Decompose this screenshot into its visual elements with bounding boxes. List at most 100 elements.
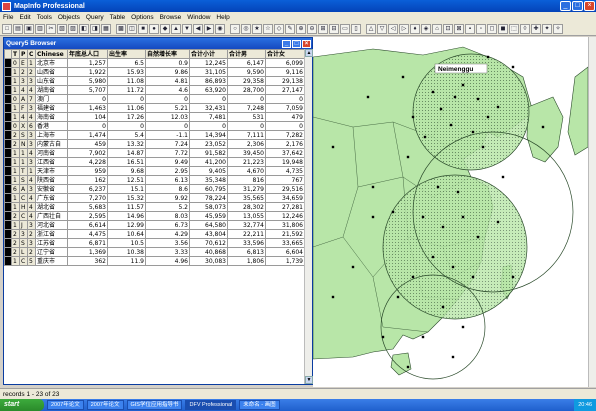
table-cell[interactable]: 1 (11, 148, 20, 158)
toolbar-tool-icon[interactable]: ▦ (101, 24, 111, 34)
table-cell[interactable]: S (19, 238, 28, 248)
table-cell[interactable]: 37,642 (265, 148, 305, 158)
toolbar-tool-icon[interactable]: ⊞ (318, 24, 328, 34)
table-cell[interactable]: 广西壮自 (35, 211, 68, 221)
map-vertical-scrollbar[interactable] (588, 37, 596, 387)
row-selector[interactable] (4, 94, 12, 104)
toolbar-tool-icon[interactable]: □ (2, 24, 12, 34)
table-row[interactable]: 1 C 4 广东省 7,270 15.32 9.92 78,224 35,565 34,659 (4, 193, 305, 203)
table-cell[interactable]: 362 (67, 256, 108, 266)
row-selector[interactable] (4, 229, 12, 239)
city-point-marker[interactable] (371, 215, 375, 219)
city-point-marker[interactable] (331, 145, 335, 149)
table-cell[interactable]: 31,105 (189, 67, 228, 77)
menu-objects[interactable]: Objects (58, 14, 80, 21)
city-point-marker[interactable] (411, 275, 415, 279)
table-cell[interactable]: 27,281 (265, 202, 305, 212)
table-cell[interactable]: H (19, 202, 28, 212)
table-cell[interactable]: 7,282 (265, 130, 305, 140)
table-cell[interactable]: 11.08 (107, 76, 146, 86)
table-cell[interactable]: 2 (11, 229, 20, 239)
table-cell[interactable]: 2 (11, 139, 20, 149)
table-cell[interactable]: 9.86 (145, 67, 190, 77)
table-cell[interactable]: 3 (27, 184, 36, 194)
table-cell[interactable]: 2 (27, 229, 36, 239)
row-selector[interactable] (4, 184, 12, 194)
table-cell[interactable]: 4 (27, 148, 36, 158)
table-row[interactable]: 2 S 3 江苏省 6,871 10.5 3.56 70,612 33,596 33,665 (4, 238, 305, 248)
table-row[interactable]: 2 3 2 浙江省 4,475 10.64 4.29 43,804 22,211 21,592 (4, 229, 305, 239)
table-cell[interactable]: 33,665 (265, 238, 305, 248)
table-cell[interactable]: 6.13 (145, 175, 190, 185)
toolbar-tool-icon[interactable]: ⬚ (509, 24, 519, 34)
table-cell[interactable]: 1 (11, 202, 20, 212)
city-point-marker[interactable] (456, 190, 460, 194)
table-cell[interactable]: 32,431 (189, 103, 228, 113)
toolbar-tool-icon[interactable]: ○ (230, 24, 240, 34)
table-cell[interactable]: 山东省 (35, 76, 68, 86)
table-cell[interactable]: 15.32 (107, 193, 146, 203)
table-cell[interactable]: 6,604 (265, 247, 305, 257)
table-cell[interactable]: 60,795 (189, 184, 228, 194)
table-cell[interactable]: 6,099 (265, 58, 305, 68)
table-cell[interactable]: A (19, 184, 28, 194)
toolbar-tool-icon[interactable]: ♦ (410, 24, 420, 34)
table-cell[interactable]: 6 (11, 184, 20, 194)
table-cell[interactable]: 16.51 (107, 157, 146, 167)
table-cell[interactable]: 11.06 (107, 103, 146, 113)
column-header[interactable]: 合计男 (227, 49, 266, 59)
table-row[interactable]: 2 S 3 上海市 1,474 5.4 -1.1 14,394 7,111 7,282 (4, 130, 305, 140)
row-selector[interactable] (4, 175, 12, 185)
table-cell[interactable]: 4.96 (145, 256, 190, 266)
table-cell[interactable]: 15.1 (107, 184, 146, 194)
table-cell[interactable]: 6,147 (227, 58, 266, 68)
toolbar-tool-icon[interactable]: ▯ (351, 24, 361, 34)
toolbar-tool-icon[interactable]: ▲ (171, 24, 181, 34)
table-cell[interactable]: 0 (11, 94, 20, 104)
toolbar-tool-icon[interactable]: ◼ (498, 24, 508, 34)
city-point-marker[interactable] (411, 115, 415, 119)
table-cell[interactable]: 8.03 (145, 211, 190, 221)
table-cell[interactable]: 9,405 (189, 166, 228, 176)
table-cell[interactable]: 531 (227, 112, 266, 122)
table-cell[interactable]: 459 (67, 139, 108, 149)
browser-minimize-button[interactable]: _ (282, 39, 291, 48)
column-header[interactable]: T (11, 49, 20, 59)
table-row[interactable]: 1 2 2 山西省 1,922 15.93 9.86 31,105 9,590 9,116 (4, 67, 305, 77)
table-cell[interactable]: 香港 (35, 121, 68, 131)
table-cell[interactable]: F (19, 103, 28, 113)
table-cell[interactable]: 0 (107, 121, 146, 131)
table-cell[interactable]: 29,358 (227, 76, 266, 86)
table-cell[interactable]: 0 (107, 94, 146, 104)
table-cell[interactable]: 海南省 (35, 112, 68, 122)
table-cell[interactable]: 4 (27, 112, 36, 122)
browser-close-button[interactable]: × (302, 39, 311, 48)
table-cell[interactable]: S (19, 175, 28, 185)
table-cell[interactable]: 78,224 (189, 193, 228, 203)
table-cell[interactable]: 1 (11, 85, 20, 95)
city-point-marker[interactable] (461, 325, 465, 329)
table-cell[interactable]: 1 (11, 256, 20, 266)
toolbar-tool-icon[interactable]: ⊖ (307, 24, 317, 34)
toolbar-tool-icon[interactable]: ◀ (193, 24, 203, 34)
table-cell[interactable]: 4,735 (265, 166, 305, 176)
table-cell[interactable]: 5 (27, 256, 36, 266)
toolbar-tool-icon[interactable]: ◧ (79, 24, 89, 34)
table-cell[interactable]: 浙江省 (35, 229, 68, 239)
menu-file[interactable]: File (3, 14, 13, 21)
table-cell[interactable]: E (19, 58, 28, 68)
toolbar-tool-icon[interactable]: ▧ (57, 24, 67, 34)
row-selector[interactable] (4, 166, 12, 176)
city-point-marker[interactable] (451, 265, 455, 269)
toolbar-tool-icon[interactable]: ▶ (204, 24, 214, 34)
row-selector[interactable] (4, 202, 12, 212)
table-cell[interactable]: 15.93 (107, 67, 146, 77)
table-cell[interactable]: 2.95 (145, 166, 190, 176)
city-point-marker[interactable] (486, 55, 490, 59)
table-cell[interactable]: 22,211 (227, 229, 266, 239)
city-point-marker[interactable] (461, 215, 465, 219)
row-selector[interactable] (4, 220, 12, 230)
table-cell[interactable]: 12,246 (265, 211, 305, 221)
table-cell[interactable]: 2,306 (227, 139, 266, 149)
toolbar-tool-icon[interactable]: ▪ (465, 24, 475, 34)
